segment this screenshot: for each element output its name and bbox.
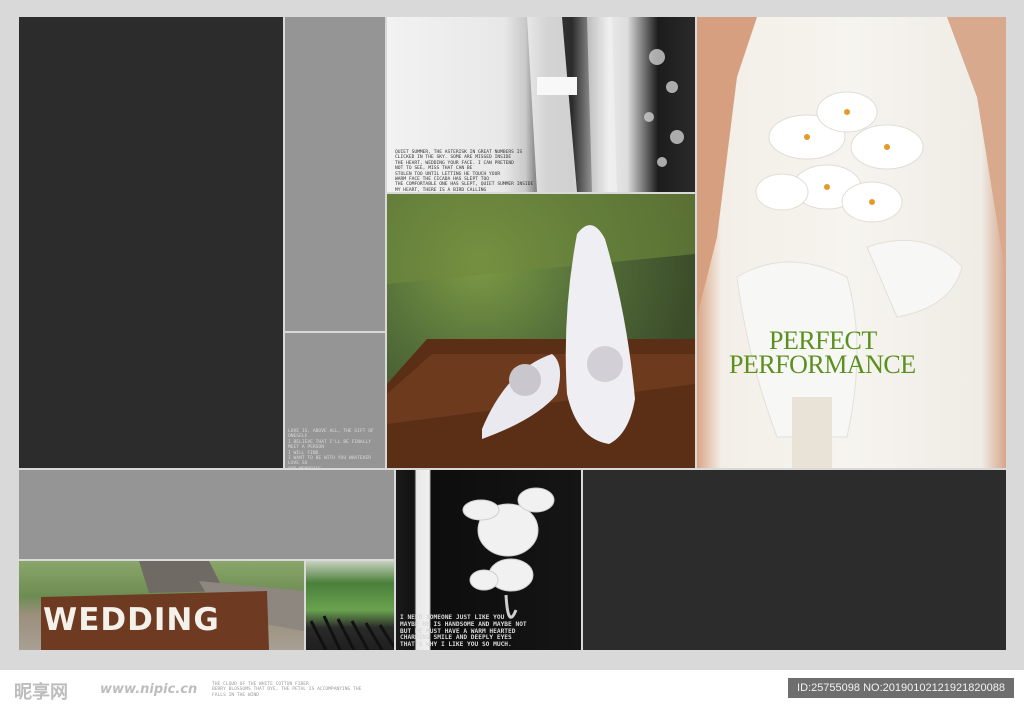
chairs-photo — [306, 561, 394, 650]
shoes-photo-art — [387, 194, 695, 468]
watermark-footer: 昵享网 www.nipic.cn THE CLOUD OF THE WHITE … — [0, 670, 1024, 708]
perfect-title-line2: PERFORMANCE — [729, 350, 916, 379]
chairs-photo-art — [309, 615, 394, 650]
nipic-url: www.nipic.cn — [100, 682, 198, 697]
dark-placeholder-panel-left — [19, 17, 283, 468]
image-id-label: ID:25755098 NO:20190102121921820088 — [788, 678, 1014, 698]
veil-photo: QUIET SUMMER, THE ASTERISK IN GREAT NUMB… — [387, 17, 695, 192]
veil-caption: QUIET SUMMER, THE ASTERISK IN GREAT NUMB… — [395, 150, 534, 192]
footer-small-caption: THE CLOUD OF THE WHITE COTTON FIBER BERR… — [212, 682, 362, 698]
nipic-logo: 昵享网 — [14, 682, 68, 703]
wedding-sign-photo: WEDDING — [19, 561, 304, 650]
boutonniere-caption: I NEED SOMEONE JUST LIKE YOU MAYBE HE IS… — [400, 614, 527, 649]
bride-photo: PERFECT PERFORMANCE — [697, 17, 1006, 468]
grey-placeholder-banner — [19, 470, 394, 559]
boutonniere-photo: I NEED SOMEONE JUST LIKE YOU MAYBE HE IS… — [396, 470, 581, 650]
grey-placeholder-panel-bottom: LOVE IS, ABOVE ALL, THE GIFT OF ONESELF … — [285, 333, 385, 488]
wedding-sign-text: WEDDING — [43, 602, 220, 638]
dark-placeholder-panel-right — [583, 470, 1006, 650]
shoes-photo — [387, 194, 695, 468]
grey-placeholder-panel-top — [285, 17, 385, 331]
bride-photo-art — [697, 17, 1006, 468]
